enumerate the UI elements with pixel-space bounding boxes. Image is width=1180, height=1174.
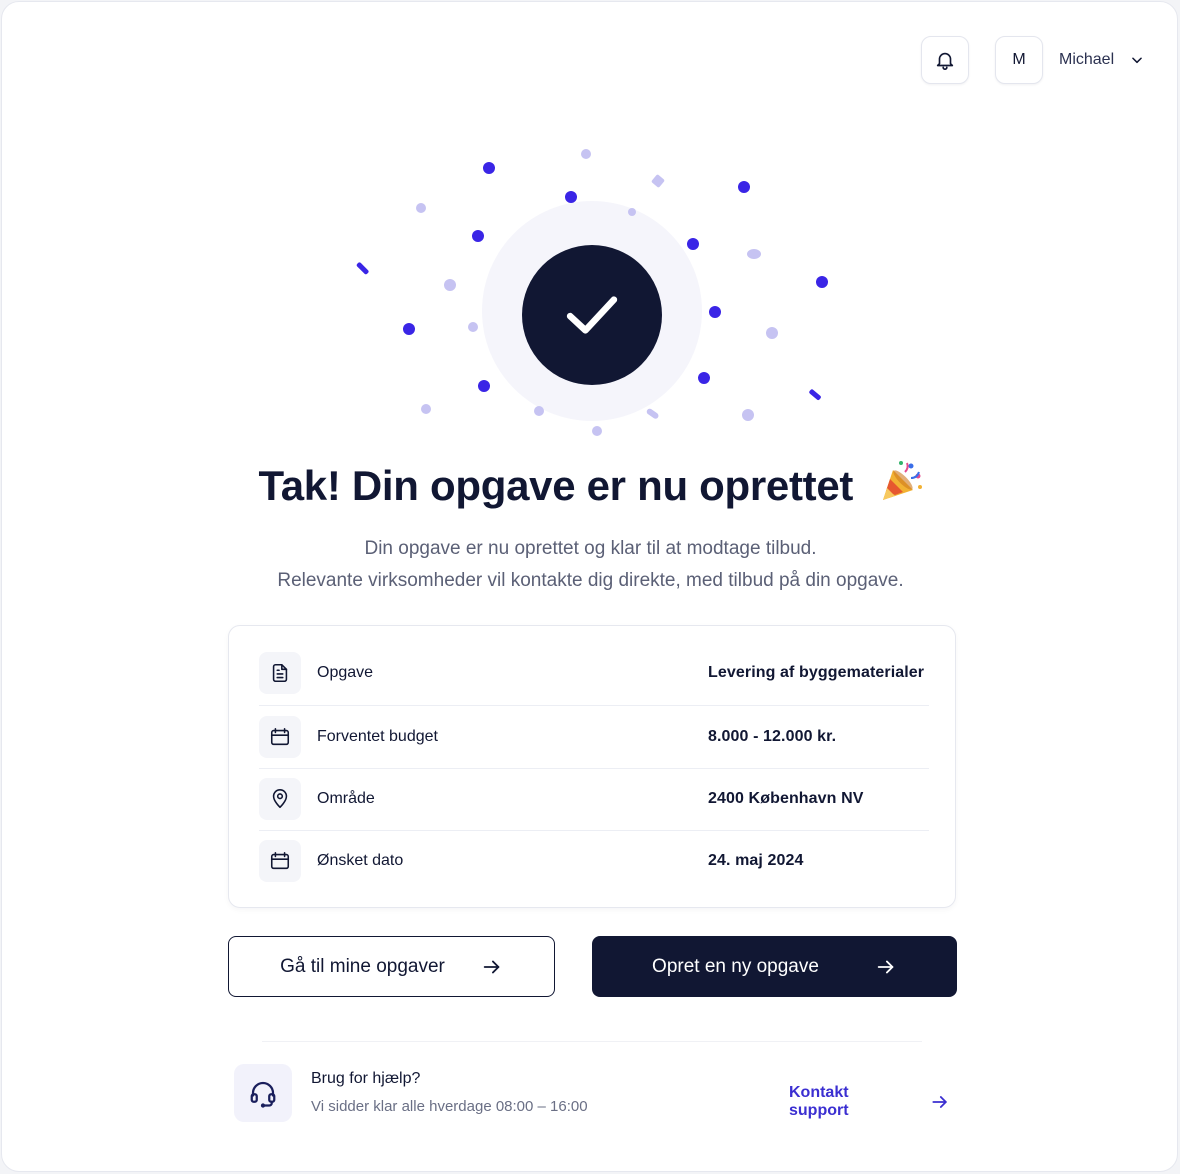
- title-text: Tak! Din opgave er nu oprettet: [258, 462, 854, 509]
- task-summary-card: Opgave Levering af byggematerialer Forve…: [228, 625, 956, 908]
- confetti: [356, 149, 828, 436]
- confirmation-page: M Michael Tak! Din opgave er nu oprettet…: [1, 1, 1178, 1172]
- summary-value: 8.000 - 12.000 kr.: [708, 728, 837, 745]
- location-pin-icon: [259, 778, 301, 820]
- avatar[interactable]: M: [995, 36, 1043, 84]
- contact-support-label: Kontakt support: [789, 1084, 849, 1119]
- arrow-right-icon: [875, 956, 897, 978]
- summary-row-area: Område 2400 København NV: [259, 768, 929, 830]
- help-hours: Vi sidder klar alle hverdage 08:00 – 16:…: [311, 1098, 588, 1115]
- summary-row-task: Opgave Levering af byggematerialer: [259, 642, 929, 704]
- subtitle-line-1: Din opgave er nu oprettet og klar til at…: [364, 538, 817, 559]
- user-menu[interactable]: M Michael: [995, 36, 1144, 84]
- create-new-task-button[interactable]: Opret en ny opgave: [592, 936, 957, 997]
- summary-label: Område: [317, 790, 375, 807]
- my-tasks-button-label: Gå til mine opgaver: [280, 955, 445, 977]
- wallet-icon: [259, 716, 301, 758]
- section-divider: [262, 1041, 922, 1042]
- summary-row-budget: Forventet budget 8.000 - 12.000 kr.: [259, 706, 929, 768]
- summary-label: Forventet budget: [317, 728, 438, 745]
- arrow-right-icon: [481, 956, 503, 978]
- page-title: Tak! Din opgave er nu oprettet: [2, 460, 1177, 514]
- summary-value: Levering af byggematerialer: [708, 664, 925, 681]
- summary-label: Ønsket dato: [317, 852, 404, 869]
- document-icon: [259, 652, 301, 694]
- my-tasks-button[interactable]: Gå til mine opgaver: [228, 936, 555, 997]
- contact-support-link[interactable]: Kontakt support: [789, 1084, 950, 1120]
- chevron-down-icon[interactable]: [1130, 53, 1144, 67]
- headset-icon: [234, 1064, 292, 1122]
- page-subtitle: Din opgave er nu oprettet og klar til at…: [2, 533, 1177, 597]
- notifications-button[interactable]: [921, 36, 969, 84]
- party-popper-icon: [877, 460, 923, 514]
- create-new-task-button-label: Opret en ny opgave: [652, 955, 819, 977]
- summary-label: Opgave: [317, 664, 374, 681]
- bell-icon: [936, 52, 954, 70]
- summary-value: 24. maj 2024: [708, 852, 804, 869]
- summary-row-date: Ønsket dato 24. maj 2024: [259, 830, 929, 892]
- help-title: Brug for hjælp?: [311, 1070, 421, 1087]
- subtitle-line-2: Relevante virksomheder vil kontakte dig …: [277, 570, 904, 591]
- help-section: Brug for hjælp? Vi sidder klar alle hver…: [234, 1064, 950, 1124]
- arrow-right-icon: [930, 1092, 950, 1112]
- user-name[interactable]: Michael: [1059, 51, 1114, 69]
- celebration-graphic: [342, 137, 842, 447]
- summary-value: 2400 København NV: [708, 790, 864, 807]
- calendar-icon: [259, 840, 301, 882]
